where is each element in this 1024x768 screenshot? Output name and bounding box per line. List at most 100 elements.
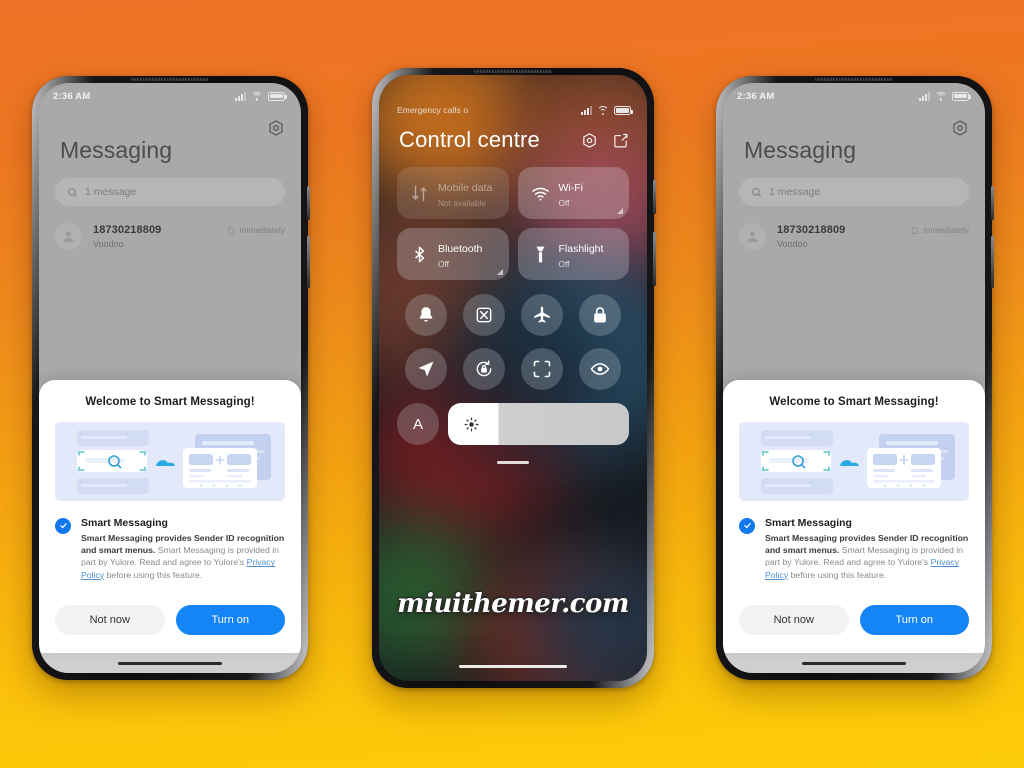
list-item-text: 18730218809 Voodoo — [777, 223, 900, 249]
watermark: miuithemer.com — [397, 589, 629, 619]
checkmark-icon[interactable] — [739, 517, 755, 534]
tile-label: Mobile data — [438, 182, 493, 194]
page-title: Control centre — [399, 127, 540, 152]
smart-messaging-dialog: Welcome to Smart Messaging! Smart Messag… — [723, 379, 985, 653]
toggle-grid — [379, 280, 647, 390]
settings-hex-icon[interactable] — [581, 132, 598, 149]
messaging-app: 2:36 AM Messaging 1 message 18730218809 … — [39, 83, 301, 673]
search-icon — [67, 187, 78, 198]
quick-setting-tiles: Mobile data Not available Wi-Fi Off Blue… — [379, 153, 647, 280]
avatar — [55, 223, 82, 250]
status-bar: 2:36 AM — [39, 83, 301, 109]
tile-text: Mobile data Not available — [438, 178, 492, 208]
power-button[interactable] — [653, 180, 656, 214]
home-indicator-area — [723, 653, 985, 673]
battery-icon — [952, 91, 971, 101]
volume-button[interactable] — [653, 232, 656, 286]
signal-icon — [581, 106, 592, 115]
tile-bluetooth[interactable]: Bluetooth Off — [397, 228, 509, 280]
smart-messaging-dialog: Welcome to Smart Messaging! Smart Messag… — [39, 379, 301, 653]
flashlight-icon — [531, 245, 550, 264]
tile-expand-corner[interactable] — [496, 269, 503, 275]
search-value: 1 message — [769, 186, 821, 198]
feature-row: Smart Messaging Smart Messaging provides… — [55, 517, 285, 581]
tile-wifi[interactable]: Wi-Fi Off — [517, 167, 629, 219]
edit-icon[interactable] — [612, 132, 629, 149]
sim-icon — [911, 226, 919, 235]
page-title: Messaging — [744, 137, 857, 163]
lock-icon — [590, 305, 610, 325]
power-button[interactable] — [307, 186, 310, 220]
not-now-button[interactable]: Not now — [739, 605, 849, 635]
phone-left: 2:36 AM Messaging 1 message 18730218809 … — [32, 76, 310, 680]
feature-text: Smart Messaging Smart Messaging provides… — [81, 517, 285, 581]
location-arrow-icon — [416, 359, 436, 379]
status-icons — [581, 106, 633, 115]
messaging-app: 2:36 AM Messaging 1 message 18730218809 … — [723, 83, 985, 673]
status-icons — [919, 91, 971, 101]
sim-icon — [227, 226, 235, 235]
screenshot-icon — [474, 305, 494, 325]
phone-center: Emergency calls o Control centre Mobile … — [372, 68, 656, 688]
volume-button[interactable] — [991, 236, 994, 288]
contact-name: 18730218809 — [93, 224, 162, 236]
volume-button[interactable] — [307, 236, 310, 288]
dialog-buttons: Not now Turn on — [55, 581, 285, 653]
toggle-location[interactable] — [405, 348, 447, 390]
list-item[interactable]: 18730218809 Voodoo Immediately — [723, 206, 985, 250]
smart-messaging-illustration — [739, 421, 969, 501]
contact-name: 18730218809 — [777, 224, 846, 236]
tile-text: Wi-Fi Off — [559, 178, 584, 208]
power-button[interactable] — [991, 186, 994, 220]
auto-brightness-a-icon[interactable]: A — [397, 403, 439, 445]
toggle-rotation-lock[interactable] — [463, 348, 505, 390]
tile-label: Wi-Fi — [558, 182, 584, 194]
eye-icon — [590, 359, 610, 379]
toggle-bell[interactable] — [405, 294, 447, 336]
control-centre-header: Control centre — [379, 119, 647, 153]
checkmark-icon[interactable] — [55, 517, 71, 534]
gear-icon[interactable] — [951, 119, 969, 137]
signal-icon — [919, 91, 930, 101]
tile-label: Bluetooth — [438, 243, 483, 255]
toggle-scan[interactable] — [521, 348, 563, 390]
feature-title: Smart Messaging — [81, 516, 168, 529]
list-item-text: 18730218809 Voodoo — [93, 223, 216, 249]
tile-mobile-data[interactable]: Mobile data Not available — [397, 167, 509, 219]
tile-expand-corner[interactable] — [617, 208, 623, 214]
list-item[interactable]: 18730218809 Voodoo Immediately — [39, 206, 301, 250]
home-indicator[interactable] — [118, 661, 222, 665]
search-input[interactable]: 1 message — [739, 178, 969, 206]
smart-messaging-illustration — [55, 421, 285, 501]
brightness-slider[interactable] — [448, 403, 629, 445]
tile-sublabel: Off — [558, 259, 570, 269]
home-indicator[interactable] — [459, 665, 567, 668]
airplane-icon — [532, 305, 552, 325]
toggle-screenshot[interactable] — [463, 294, 505, 336]
message-time: Immediately — [239, 225, 285, 235]
status-bar: 2:36 AM — [723, 83, 985, 109]
feature-row: Smart Messaging Smart Messaging provides… — [739, 517, 969, 581]
toggle-eye-comfort[interactable] — [579, 348, 621, 390]
home-indicator[interactable] — [802, 661, 906, 665]
phone-left-screen: 2:36 AM Messaging 1 message 18730218809 … — [39, 83, 301, 673]
earpiece-speaker — [815, 78, 893, 81]
battery-icon — [268, 91, 287, 101]
page-title: Messaging — [60, 137, 173, 163]
gear-icon[interactable] — [267, 119, 285, 137]
wifi-icon — [251, 91, 263, 101]
toggle-lock[interactable] — [579, 294, 621, 336]
tile-text: Flashlight Off — [559, 239, 604, 269]
search-input[interactable]: 1 message — [55, 178, 285, 206]
tile-sublabel: Not available — [438, 198, 486, 208]
turn-on-button[interactable]: Turn on — [859, 605, 969, 635]
scan-icon — [532, 359, 552, 379]
dialog-title: Welcome to Smart Messaging! — [85, 395, 255, 408]
bluetooth-icon — [410, 245, 429, 264]
message-time: Immediately — [923, 225, 969, 235]
toggle-airplane[interactable] — [521, 294, 563, 336]
turn-on-button[interactable]: Turn on — [175, 605, 285, 635]
tile-flashlight[interactable]: Flashlight Off — [517, 228, 629, 280]
not-now-button[interactable]: Not now — [55, 605, 165, 635]
drag-handle[interactable] — [497, 461, 529, 464]
